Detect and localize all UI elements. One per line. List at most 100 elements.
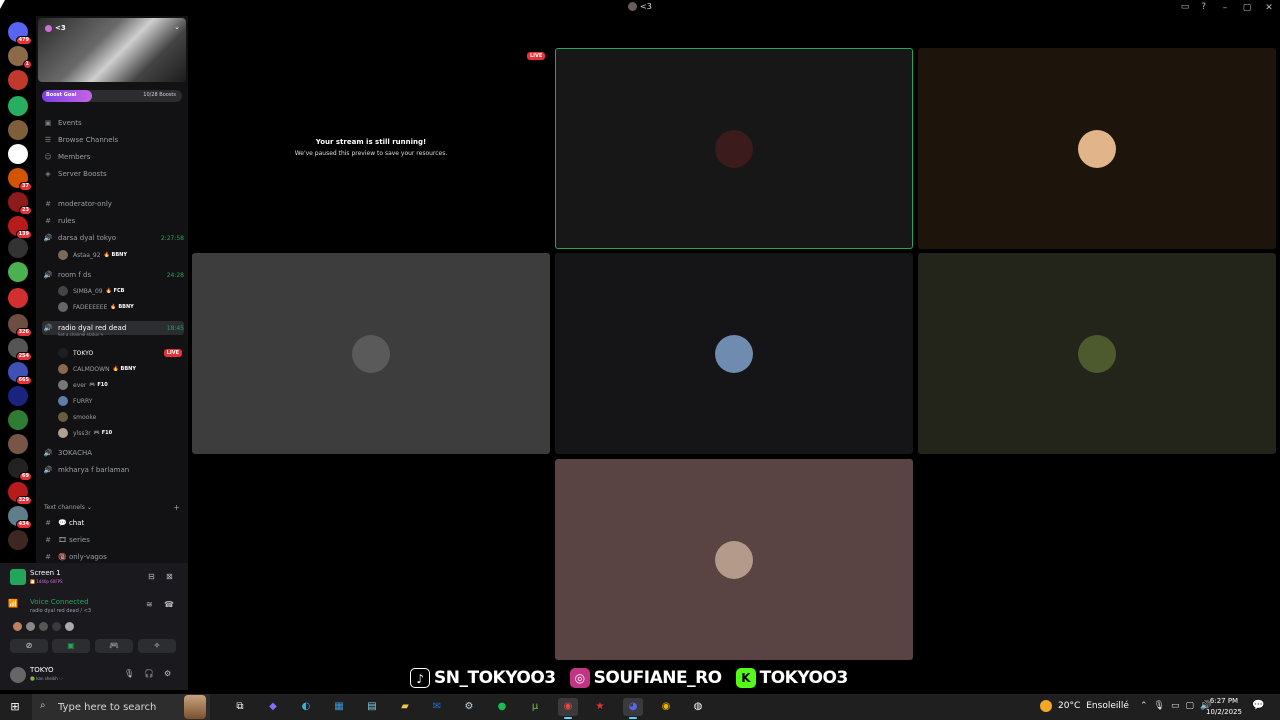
tile-tokyo[interactable] — [555, 48, 913, 249]
channel-item[interactable]: # rules — [42, 214, 184, 228]
avatar[interactable] — [51, 621, 62, 632]
voice-channel-path[interactable]: radio dyal red dead / <3 — [30, 608, 91, 614]
server-icon[interactable] — [8, 144, 28, 164]
voice-user[interactable]: SIMBA_09 🔥 FCB — [58, 284, 182, 298]
text-category-label[interactable]: Text channels ⌄ — [44, 504, 92, 511]
discord-icon[interactable]: ◕ — [623, 698, 643, 719]
server-icon[interactable]: 434 — [8, 506, 32, 529]
store-icon[interactable]: ▦ — [329, 698, 349, 716]
stream-settings-icon[interactable]: ⊟ — [148, 572, 155, 581]
rockstar-icon[interactable]: ★ — [590, 698, 610, 716]
edge-icon[interactable]: ◐ — [296, 698, 316, 716]
network-icon[interactable]: ▭ — [1171, 701, 1180, 711]
windows-start-icon[interactable]: ⊞ — [8, 700, 22, 714]
screen-share-button[interactable]: ▣ — [52, 639, 90, 653]
text-channel-item[interactable]: # 🎞 series — [42, 533, 184, 547]
headphones-icon[interactable]: 🎧 — [144, 669, 154, 678]
steam-icon[interactable]: ⚙ — [459, 698, 479, 716]
server-icon[interactable] — [8, 410, 28, 430]
camera-off-button[interactable]: ⊘ — [10, 639, 48, 653]
voice-user[interactable]: smooke — [58, 410, 182, 424]
copilot-icon[interactable]: ◆ — [263, 698, 283, 716]
avatar[interactable] — [10, 667, 26, 683]
server-icon[interactable]: 139 — [8, 216, 32, 239]
search-highlight-image[interactable] — [184, 695, 206, 719]
spotify-icon[interactable]: ● — [492, 698, 512, 716]
chrome-icon[interactable]: ◉ — [558, 698, 578, 719]
minimize-button[interactable]: – — [1214, 0, 1236, 16]
mic-tray-icon[interactable]: 🎙 — [1154, 701, 1165, 711]
voice-user[interactable]: FURRY — [58, 394, 182, 408]
tile-user-gray[interactable] — [192, 253, 550, 454]
obs-icon[interactable]: ◍ — [688, 698, 708, 716]
tile-user-dark[interactable] — [555, 253, 913, 454]
server-icon[interactable]: 326 — [8, 314, 32, 337]
chevron-down-icon[interactable]: ⌄ — [174, 23, 180, 31]
channel-item[interactable]: 🔊 mkharya f barlaman — [42, 463, 184, 477]
server-icon[interactable] — [8, 238, 28, 258]
voice-user[interactable]: ylss3r 🎮 F10 — [58, 426, 182, 440]
stop-stream-icon[interactable]: ⊠ — [166, 572, 173, 581]
server-icon[interactable]: 329 — [8, 482, 32, 505]
search-input[interactable] — [58, 699, 198, 715]
avatar[interactable] — [12, 621, 23, 632]
voice-user[interactable]: TOKYO LIVE — [58, 346, 182, 360]
voice-user[interactable]: Astaa_92 🔥 BBNY — [58, 248, 182, 262]
channel-item[interactable]: # moderator-only — [42, 197, 184, 211]
tile-user-rose[interactable] — [555, 459, 913, 660]
utorrent-icon[interactable]: µ — [525, 698, 545, 716]
voice-user[interactable]: ever 🎮 F10 — [58, 378, 182, 392]
server-icon[interactable] — [8, 70, 28, 90]
server-icon[interactable] — [8, 96, 28, 116]
notification-icon[interactable]: 💬 — [1252, 700, 1264, 711]
server-icon[interactable]: 254 — [8, 338, 32, 361]
taskbar-search[interactable]: ⌕ — [32, 694, 210, 720]
add-channel-icon[interactable]: + — [173, 503, 180, 512]
boost-goal-bar[interactable]: Boost Goal 10/28 Boosts — [42, 90, 182, 102]
text-channel-item[interactable]: # 🔞 only-vagos — [42, 550, 184, 564]
menu-members[interactable]: ☺ Members — [42, 150, 184, 164]
server-icon[interactable]: 23 — [8, 192, 32, 215]
server-icon[interactable]: 69 — [8, 458, 32, 481]
explorer-icon[interactable]: ▰ — [395, 698, 415, 716]
server-icon[interactable]: 37 — [8, 168, 32, 191]
voice-status[interactable]: Voice Connected — [30, 598, 89, 606]
notepad-icon[interactable]: ▤ — [362, 698, 382, 716]
server-icon[interactable] — [8, 386, 28, 406]
channel-item[interactable]: 🔊 darsa dyal tokyo 2:27:58 — [42, 231, 184, 245]
menu-calendar[interactable]: ▣ Events — [42, 116, 184, 130]
weather-widget[interactable]: 20°C Ensoleillé — [1040, 700, 1129, 712]
menu-boost[interactable]: ◈ Server Boosts — [42, 167, 184, 181]
stream-preview-panel[interactable]: Screen 1 🎦 1440p 60FPS ⊟ ⊠ — [8, 567, 186, 589]
tray-chevron-icon[interactable]: ⌃ — [1140, 701, 1148, 711]
server-icon[interactable]: 665 — [8, 362, 32, 385]
server-icon[interactable] — [8, 530, 28, 550]
server-name[interactable]: <3 — [45, 24, 66, 32]
server-icon[interactable] — [8, 288, 28, 308]
server-icon[interactable] — [8, 120, 28, 140]
avatar[interactable] — [38, 621, 49, 632]
paused-stream-tile[interactable]: Your stream is still running! We've paus… — [188, 48, 554, 248]
chrome2-icon[interactable]: ◉ — [656, 698, 676, 716]
channel-item[interactable]: 🔊 3OKACHA — [42, 446, 184, 460]
server-icon[interactable]: 479 — [8, 22, 32, 45]
server-icon[interactable] — [8, 434, 28, 454]
voice-user[interactable]: CALMDOWN 🔥 BBNY — [58, 362, 182, 376]
close-button[interactable]: ✕ — [1258, 0, 1280, 16]
channel-item[interactable]: 🔊 radio dyal red dead 18:45 Set a channel s… — [42, 321, 184, 337]
server-banner[interactable]: <3 ⌄ — [38, 18, 186, 82]
channel-item[interactable]: 🔊 room f ds 24:28 — [42, 268, 184, 282]
help-icon[interactable]: ? — [1201, 2, 1206, 12]
server-icon[interactable] — [8, 262, 28, 282]
channel-status[interactable]: Set a channel status ✎ — [58, 332, 104, 337]
activity-button[interactable]: 🎮 — [95, 639, 133, 653]
maximize-button[interactable]: ▢ — [1236, 0, 1258, 16]
avatar[interactable] — [64, 621, 75, 632]
soundboard-button[interactable]: ✧ — [138, 639, 176, 653]
gear-icon[interactable]: ⚙ — [164, 669, 171, 678]
tile-user-olive[interactable] — [918, 253, 1276, 454]
outlook-icon[interactable]: ✉ — [427, 698, 447, 716]
display-icon[interactable]: ▢ — [1186, 701, 1195, 711]
signal-icon[interactable]: 📶 — [8, 599, 18, 608]
text-channel-item[interactable]: # 💬 chat — [42, 516, 184, 530]
